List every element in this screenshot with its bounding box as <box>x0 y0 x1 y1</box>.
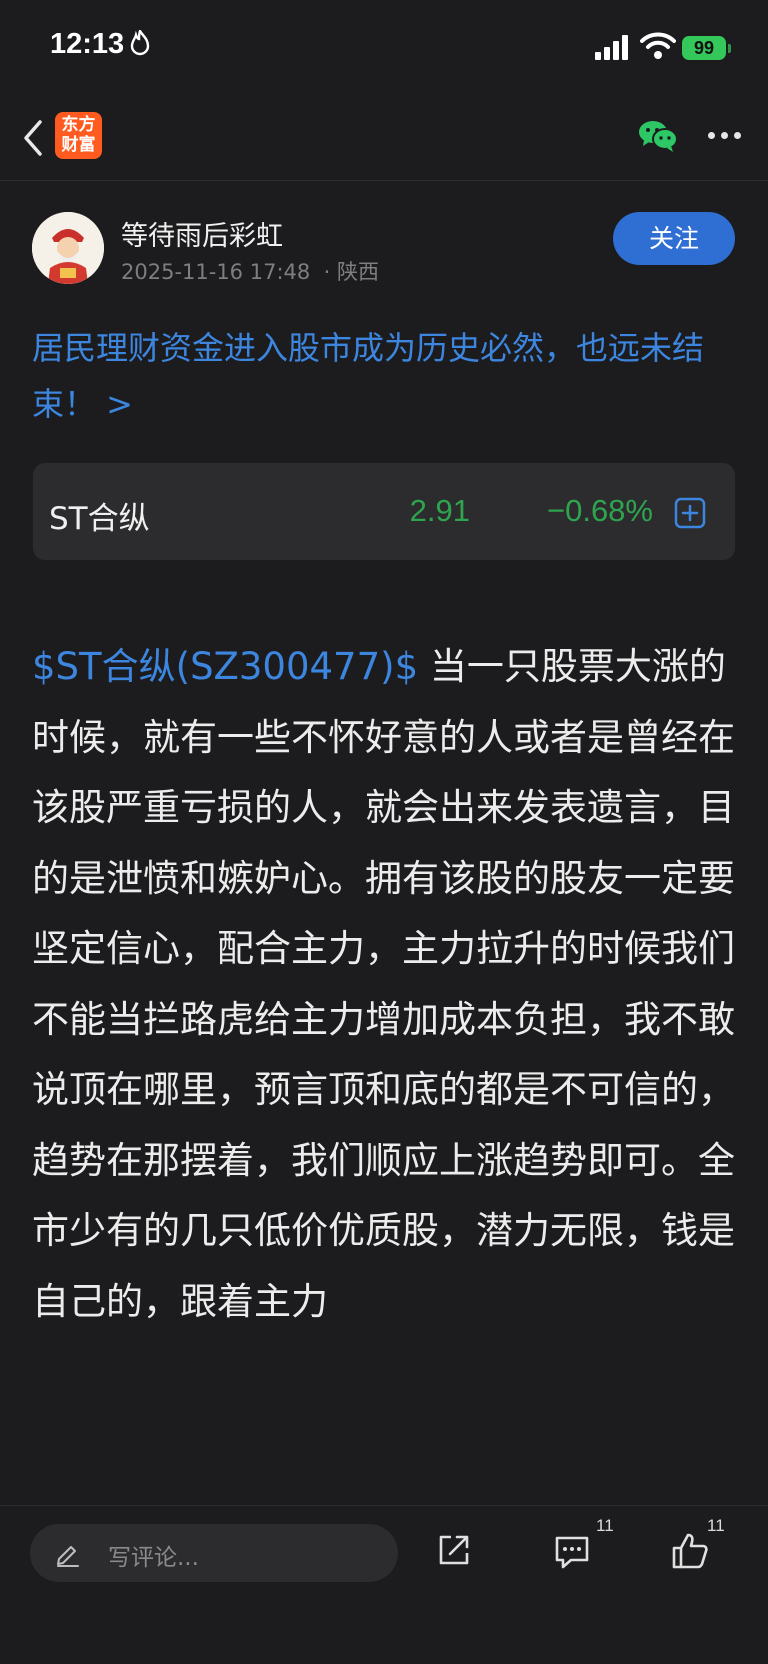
stock-card[interactable]: ST合纵 2.91 −0.68% <box>33 463 735 560</box>
avatar[interactable] <box>32 212 104 284</box>
battery-tip <box>728 44 731 53</box>
post-meta: 2025-11-16 17:48 · 陕西 <box>121 256 379 286</box>
post-body: $ST合纵(SZ300477)$ 当一只股票大涨的时候，就有一些不怀好意的人或者… <box>32 632 744 1337</box>
wechat-icon[interactable] <box>638 118 678 154</box>
follow-button[interactable]: 关注 <box>613 212 735 265</box>
add-stock-icon[interactable] <box>674 497 706 529</box>
status-bar: 12:13 99 <box>0 0 768 96</box>
post-location: · 陕西 <box>323 260 379 284</box>
share-icon[interactable] <box>436 1532 472 1568</box>
author-name[interactable]: 等待雨后彩虹 <box>121 214 283 253</box>
cellular-signal-icon <box>595 34 629 60</box>
comment-placeholder: 写评论... <box>108 1545 199 1571</box>
post-body-text: 当一只股票大涨的时候，就有一些不怀好意的人或者是曾经在该股严重亏损的人，就会出来… <box>32 645 735 1323</box>
wifi-icon <box>640 32 676 60</box>
post-datetime: 2025-11-16 17:48 <box>121 260 311 284</box>
eastmoney-logo[interactable]: 东方财富 <box>55 112 102 159</box>
comment-input[interactable]: 写评论... <box>30 1524 398 1582</box>
status-time: 12:13 <box>50 28 125 60</box>
comment-icon[interactable] <box>553 1534 591 1570</box>
comment-count: 11 <box>596 1516 614 1535</box>
bottom-action-bar: 写评论... 11 11 <box>0 1505 768 1664</box>
battery-level: 99 <box>693 38 715 58</box>
battery-indicator: 99 <box>682 36 726 60</box>
like-icon[interactable] <box>670 1531 710 1571</box>
flame-icon <box>130 28 150 62</box>
like-count: 11 <box>707 1516 725 1535</box>
stock-change: −0.68% <box>546 493 653 528</box>
back-icon[interactable] <box>18 118 48 158</box>
stock-name: ST合纵 <box>49 501 150 537</box>
nav-bar: 东方财富 <box>0 96 768 181</box>
author-row: 等待雨后彩虹 2025-11-16 17:48 · 陕西 关注 <box>0 210 768 290</box>
stock-link[interactable]: $ST合纵(SZ300477)$ <box>32 645 418 688</box>
post-title[interactable]: 居民理财资金进入股市成为历史必然，也远未结束！ > <box>32 320 742 432</box>
stock-price: 2.91 <box>409 493 470 528</box>
pen-icon <box>54 1539 82 1567</box>
more-icon[interactable] <box>708 132 744 142</box>
